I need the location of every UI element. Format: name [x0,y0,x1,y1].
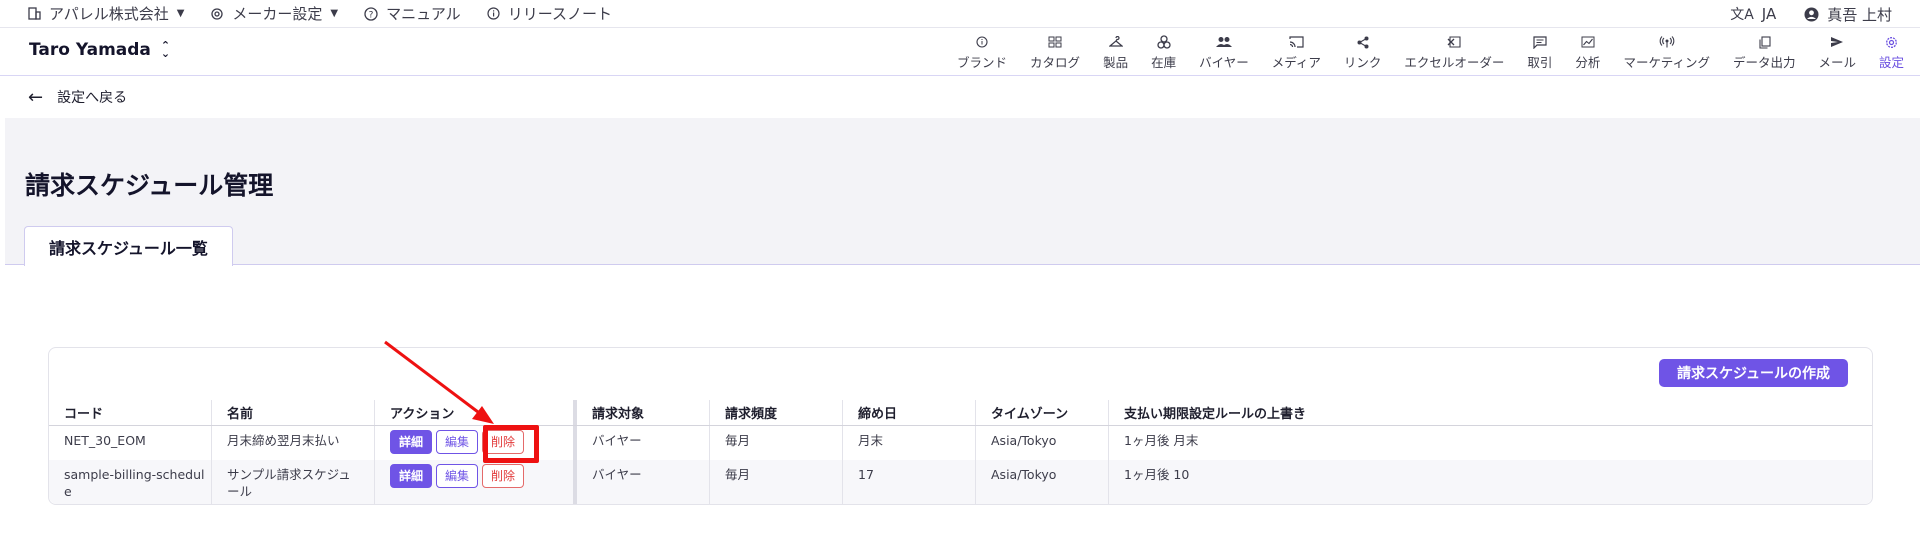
annotation-arrow [384,340,494,424]
annotation-highlight-box [483,425,539,463]
